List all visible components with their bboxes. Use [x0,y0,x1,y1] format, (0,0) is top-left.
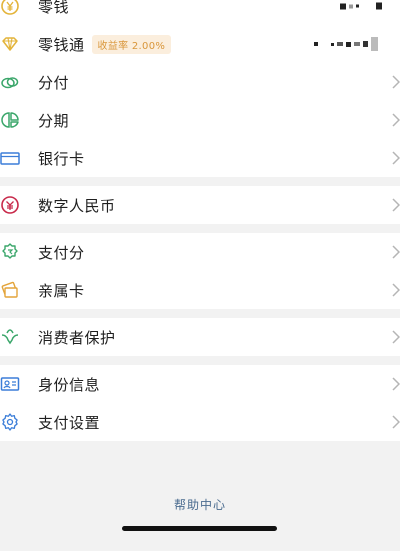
menu-item-label: 亲属卡 [38,281,85,300]
section-divider [0,177,400,186]
menu-item-identity-info[interactable]: 身份信息 [0,365,400,403]
installment-icon [0,110,20,130]
menu-item-consumer-protection[interactable]: 消费者保护 [0,318,400,356]
home-indicator[interactable] [122,526,277,531]
digital-rmb-icon [0,195,20,215]
menu-item-label: 支付设置 [38,413,101,432]
gear-icon [0,412,20,432]
chevron-right-icon [392,330,400,344]
menu-item-label: 分期 [38,111,70,130]
menu-item-label: 数字人民币 [38,196,116,215]
id-card-icon [0,374,20,394]
menu-item-label: 消费者保护 [38,328,116,347]
chevron-right-icon [392,151,400,165]
family-card-icon [0,280,20,300]
menu-item-digital-rmb[interactable]: 数字人民币 [0,186,400,224]
chevron-right-icon [392,75,400,89]
bank-card-icon [0,148,20,168]
digital-rmb-section: 数字人民币 [0,186,400,224]
menu-item-label: 支付分 [38,243,85,262]
wallet-section: 零钱 零钱通 收益率 2.00% 分付 分期 银行卡 [0,0,400,177]
menu-item-label: 零钱通 [38,35,85,54]
chevron-right-icon [392,198,400,212]
menu-item-lingqiantong[interactable]: 零钱通 收益率 2.00% [0,25,400,63]
settings-section: 身份信息 支付设置 [0,365,400,441]
balance-masked [314,37,378,51]
diamond-icon [0,34,20,54]
menu-item-payment-settings[interactable]: 支付设置 [0,403,400,441]
consumer-protection-icon [0,327,20,347]
yield-badge: 收益率 2.00% [91,34,172,54]
menu-item-change[interactable]: 零钱 [0,0,400,25]
chevron-right-icon [392,283,400,297]
menu-item-label: 银行卡 [38,149,85,168]
chevron-right-icon [392,113,400,127]
chevron-right-icon [392,415,400,429]
payment-score-icon [0,242,20,262]
menu-item-label: 零钱 [38,0,70,16]
menu-item-installment[interactable]: 分期 [0,101,400,139]
menu-item-fenfu[interactable]: 分付 [0,63,400,101]
menu-item-payment-score[interactable]: 支付分 [0,233,400,271]
menu-item-label: 身份信息 [38,375,101,394]
menu-item-family-card[interactable]: 亲属卡 [0,271,400,309]
section-divider [0,356,400,365]
menu-item-label: 分付 [38,73,70,92]
help-center-link[interactable]: 帮助中心 [0,496,400,513]
fenfu-cloud-icon [0,72,20,92]
section-divider [0,309,400,318]
menu-item-bank-card[interactable]: 银行卡 [0,139,400,177]
chevron-right-icon [392,377,400,391]
score-section: 支付分 亲属卡 [0,233,400,309]
chevron-right-icon [392,245,400,259]
yuan-coin-icon [0,0,20,16]
balance-masked [340,2,382,10]
protection-section: 消费者保护 [0,318,400,356]
section-divider [0,224,400,233]
